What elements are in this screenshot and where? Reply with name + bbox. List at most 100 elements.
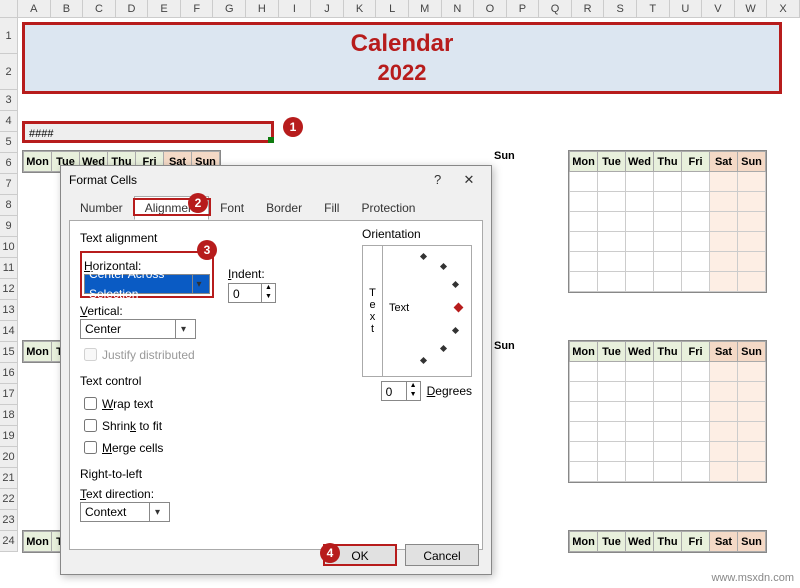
spin-up-icon[interactable]: ▲ bbox=[406, 382, 420, 391]
calendar-cell[interactable] bbox=[654, 232, 682, 252]
calendar-cell[interactable] bbox=[710, 212, 738, 232]
calendar-cell[interactable] bbox=[598, 442, 626, 462]
calendar-month-block[interactable]: MonTueWedThuFriSatSun bbox=[568, 340, 767, 483]
cancel-button[interactable]: Cancel bbox=[405, 544, 479, 566]
col-header[interactable]: N bbox=[442, 0, 475, 17]
calendar-cell[interactable] bbox=[710, 232, 738, 252]
col-header[interactable]: T bbox=[637, 0, 670, 17]
orientation-control[interactable]: Text Text bbox=[362, 245, 472, 377]
calendar-cell[interactable] bbox=[682, 252, 710, 272]
calendar-cell[interactable] bbox=[654, 422, 682, 442]
row-header[interactable]: 12 bbox=[0, 279, 18, 300]
calendar-cell[interactable] bbox=[710, 382, 738, 402]
calendar-cell[interactable] bbox=[598, 272, 626, 292]
row-header[interactable]: 20 bbox=[0, 447, 18, 468]
row-header[interactable]: 21 bbox=[0, 468, 18, 489]
calendar-cell[interactable] bbox=[682, 442, 710, 462]
calendar-cell[interactable] bbox=[654, 382, 682, 402]
row-header[interactable]: 24 bbox=[0, 531, 18, 552]
calendar-cell[interactable] bbox=[738, 212, 766, 232]
col-header[interactable]: A bbox=[18, 0, 51, 17]
calendar-cell[interactable] bbox=[626, 212, 654, 232]
calendar-cell[interactable] bbox=[738, 462, 766, 482]
calendar-cell[interactable] bbox=[738, 192, 766, 212]
col-header[interactable]: D bbox=[116, 0, 149, 17]
col-header[interactable]: R bbox=[572, 0, 605, 17]
calendar-cell[interactable] bbox=[710, 442, 738, 462]
col-header[interactable]: E bbox=[148, 0, 181, 17]
row-header[interactable]: 15 bbox=[0, 342, 18, 363]
row-header[interactable]: 18 bbox=[0, 405, 18, 426]
row-header[interactable]: 7 bbox=[0, 174, 18, 195]
calendar-cell[interactable] bbox=[626, 272, 654, 292]
calendar-cell[interactable] bbox=[738, 172, 766, 192]
calendar-cell[interactable] bbox=[570, 212, 598, 232]
degrees-spinner[interactable]: 0 ▲▼ bbox=[381, 381, 421, 401]
calendar-cell[interactable] bbox=[626, 172, 654, 192]
calendar-cell[interactable] bbox=[682, 462, 710, 482]
calendar-cell[interactable] bbox=[570, 442, 598, 462]
calendar-cell[interactable] bbox=[598, 232, 626, 252]
calendar-cell[interactable] bbox=[598, 462, 626, 482]
calendar-cell[interactable] bbox=[626, 462, 654, 482]
calendar-cell[interactable] bbox=[598, 422, 626, 442]
help-icon[interactable]: ? bbox=[424, 172, 452, 187]
row-header[interactable]: 6 bbox=[0, 153, 18, 174]
calendar-cell[interactable] bbox=[682, 402, 710, 422]
calendar-cell[interactable] bbox=[710, 252, 738, 272]
calendar-cell[interactable] bbox=[738, 252, 766, 272]
col-header[interactable]: W bbox=[735, 0, 768, 17]
calendar-cell[interactable] bbox=[570, 252, 598, 272]
col-header[interactable]: C bbox=[83, 0, 116, 17]
row-header[interactable]: 8 bbox=[0, 195, 18, 216]
calendar-cell[interactable] bbox=[598, 252, 626, 272]
calendar-cell[interactable] bbox=[738, 402, 766, 422]
col-header[interactable]: H bbox=[246, 0, 279, 17]
calendar-cell[interactable] bbox=[626, 402, 654, 422]
text-direction-select[interactable]: Context▾ bbox=[80, 502, 472, 522]
merge-cells-checkbox[interactable]: Merge cells bbox=[80, 438, 472, 457]
row-header[interactable]: 19 bbox=[0, 426, 18, 447]
row-header[interactable]: 13 bbox=[0, 300, 18, 321]
fill-handle-icon[interactable] bbox=[268, 137, 274, 143]
calendar-cell[interactable] bbox=[654, 402, 682, 422]
calendar-cell[interactable] bbox=[570, 462, 598, 482]
calendar-cell[interactable] bbox=[682, 212, 710, 232]
calendar-cell[interactable] bbox=[710, 462, 738, 482]
calendar-cell[interactable] bbox=[570, 192, 598, 212]
calendar-cell[interactable] bbox=[682, 272, 710, 292]
col-header[interactable]: U bbox=[670, 0, 703, 17]
calendar-cell[interactable] bbox=[738, 422, 766, 442]
horizontal-select[interactable]: Center Across Selection▾ bbox=[84, 274, 210, 294]
calendar-month-block[interactable]: MonTueWedThuFriSatSun bbox=[568, 530, 767, 553]
orientation-dial[interactable]: Text bbox=[383, 246, 471, 376]
calendar-cell[interactable] bbox=[738, 382, 766, 402]
calendar-cell[interactable] bbox=[598, 382, 626, 402]
calendar-cell[interactable] bbox=[710, 192, 738, 212]
calendar-cell[interactable] bbox=[738, 272, 766, 292]
calendar-cell[interactable] bbox=[570, 382, 598, 402]
calendar-cell[interactable] bbox=[682, 382, 710, 402]
calendar-cell[interactable] bbox=[738, 232, 766, 252]
row-header[interactable]: 17 bbox=[0, 384, 18, 405]
indent-spinner[interactable]: 0 ▲▼ bbox=[228, 283, 276, 303]
calendar-cell[interactable] bbox=[682, 232, 710, 252]
row-header[interactable]: 23 bbox=[0, 510, 18, 531]
col-header[interactable]: P bbox=[507, 0, 540, 17]
col-header[interactable]: F bbox=[181, 0, 214, 17]
col-header[interactable]: X bbox=[767, 0, 800, 17]
calendar-cell[interactable] bbox=[598, 172, 626, 192]
calendar-cell[interactable] bbox=[738, 442, 766, 462]
orientation-marker-icon[interactable] bbox=[454, 303, 464, 313]
row-header[interactable]: 10 bbox=[0, 237, 18, 258]
row-header[interactable]: 11 bbox=[0, 258, 18, 279]
row-header[interactable]: 2 bbox=[0, 54, 18, 90]
calendar-cell[interactable] bbox=[598, 212, 626, 232]
row-header[interactable]: 22 bbox=[0, 489, 18, 510]
calendar-cell[interactable] bbox=[598, 192, 626, 212]
calendar-title-banner[interactable]: Calendar 2022 bbox=[22, 22, 782, 94]
select-all-corner[interactable] bbox=[0, 0, 18, 17]
col-header[interactable]: G bbox=[213, 0, 246, 17]
checkbox-icon[interactable] bbox=[84, 441, 97, 454]
tab-number[interactable]: Number bbox=[69, 196, 134, 220]
